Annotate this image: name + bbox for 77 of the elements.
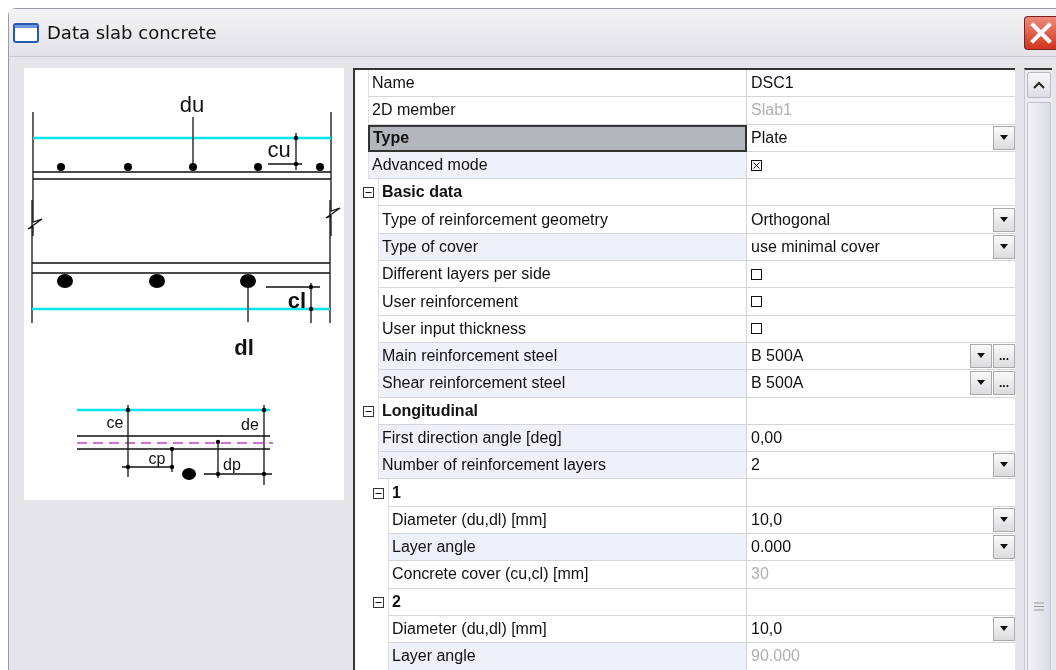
grip-icon	[1033, 602, 1044, 611]
collapse-icon[interactable]	[363, 187, 374, 199]
browse-button[interactable]: ...	[993, 371, 1015, 396]
property-label[interactable]: User input thickness	[378, 315, 747, 343]
dropdown-button[interactable]	[993, 617, 1015, 642]
property-label[interactable]: Type of cover	[378, 233, 747, 262]
property-label[interactable]: Type of reinforcement geometry	[378, 206, 747, 234]
property-value: 30	[751, 565, 770, 584]
collapse-icon[interactable]	[373, 487, 384, 499]
property-value[interactable]: 10,0	[751, 510, 993, 529]
property-label[interactable]: User reinforcement	[378, 288, 747, 316]
dropdown-button[interactable]	[993, 234, 1015, 259]
dropdown-arrow-icon	[999, 544, 1009, 551]
checkbox[interactable]	[751, 296, 762, 307]
dimension-label: dl	[234, 335, 254, 360]
dimension-label: cp	[148, 450, 166, 467]
property-value: 90.000	[751, 647, 801, 666]
property-value[interactable]: DSC1	[751, 74, 1015, 93]
property-label[interactable]: Main reinforcement steel	[378, 342, 747, 371]
dropdown-arrow-icon	[999, 216, 1009, 223]
dropdown-arrow-icon	[999, 462, 1009, 469]
dropdown-button[interactable]	[970, 344, 992, 369]
property-label[interactable]: First direction angle [deg]	[378, 424, 747, 453]
group-header[interactable]: Longitudinal	[378, 397, 747, 425]
dimension-label: du	[179, 92, 205, 117]
dimension-label: cl	[287, 288, 307, 313]
property-value[interactable]: 2	[751, 456, 993, 475]
dimension-label: ce	[106, 414, 124, 431]
property-label[interactable]: Diameter (du,dl) [mm]	[388, 615, 747, 644]
property-value[interactable]: 10,0	[751, 620, 993, 639]
dropdown-arrow-icon	[976, 380, 986, 387]
dimension-label: de	[241, 416, 259, 433]
collapse-icon[interactable]	[363, 405, 374, 417]
dropdown-button[interactable]	[993, 453, 1015, 478]
dropdown-arrow-icon	[999, 516, 1009, 523]
property-label[interactable]: Diameter (du,dl) [mm]	[388, 506, 747, 535]
scroll-thumb[interactable]	[1026, 102, 1051, 670]
property-value[interactable]: 0.000	[751, 538, 993, 557]
dimension-label: cu	[267, 137, 291, 162]
dropdown-arrow-icon	[976, 353, 986, 360]
dropdown-button[interactable]	[993, 535, 1015, 560]
property-label[interactable]: Number of reinforcement layers	[378, 452, 747, 480]
window-icon	[13, 22, 39, 43]
checkbox[interactable]	[751, 323, 762, 335]
property-label[interactable]: Shear reinforcement steel	[378, 370, 747, 398]
property-label[interactable]: Layer angle	[388, 534, 747, 562]
dropdown-arrow-icon	[999, 134, 1009, 141]
property-label[interactable]: Advanced mode	[368, 151, 747, 180]
dropdown-arrow-icon	[999, 626, 1009, 633]
checkbox[interactable]	[751, 159, 762, 171]
dropdown-button[interactable]	[993, 507, 1015, 532]
browse-button[interactable]: ...	[993, 344, 1015, 369]
scroll-up-button[interactable]	[1026, 72, 1051, 98]
close-button[interactable]	[1024, 16, 1056, 50]
property-label[interactable]: Name	[368, 70, 747, 98]
dimension-label: dp	[223, 456, 241, 473]
dropdown-arrow-icon	[999, 243, 1009, 250]
collapse-icon[interactable]	[373, 596, 384, 608]
property-value: Slab1	[751, 101, 793, 120]
property-value[interactable]: B 500A	[751, 347, 970, 366]
group-header[interactable]: Basic data	[378, 179, 747, 207]
property-value[interactable]: use minimal cover	[751, 237, 993, 256]
property-label[interactable]: Type	[368, 124, 747, 152]
dropdown-button[interactable]	[970, 371, 992, 396]
checkbox[interactable]	[751, 268, 762, 280]
close-icon	[1029, 22, 1052, 44]
property-value[interactable]: Orthogonal	[751, 210, 993, 229]
group-header[interactable]: 2	[388, 588, 747, 616]
property-value[interactable]: 0,00	[751, 429, 1015, 447]
window-title: Data slab concrete	[47, 22, 217, 43]
dropdown-button[interactable]	[993, 207, 1015, 232]
group-header[interactable]: 1	[388, 479, 747, 507]
scrollbar[interactable]	[1024, 68, 1052, 670]
property-label[interactable]: Different layers per side	[378, 261, 747, 289]
dropdown-button[interactable]	[993, 125, 1015, 150]
property-value[interactable]: B 500A	[751, 374, 970, 393]
property-value[interactable]: Plate	[751, 128, 993, 147]
